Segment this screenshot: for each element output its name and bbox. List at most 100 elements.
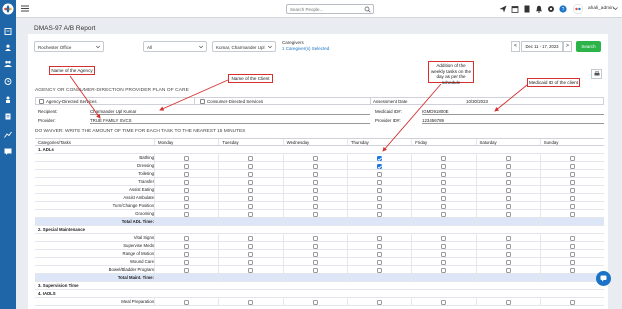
task-checkbox[interactable]	[312, 187, 318, 193]
task-checkbox[interactable]	[312, 155, 318, 161]
task-checkbox[interactable]	[505, 259, 511, 265]
task-checkbox[interactable]	[184, 171, 190, 177]
task-checkbox[interactable]	[312, 171, 318, 177]
task-checkbox[interactable]	[248, 195, 254, 201]
task-checkbox[interactable]	[184, 163, 190, 169]
task-checkbox[interactable]	[248, 243, 254, 249]
task-checkbox[interactable]	[184, 299, 190, 305]
task-checkbox[interactable]	[569, 187, 575, 193]
task-checkbox[interactable]	[441, 235, 447, 241]
task-checkbox[interactable]	[312, 243, 318, 249]
person-icon[interactable]	[4, 96, 12, 103]
task-checkbox[interactable]	[505, 211, 511, 217]
task-checkbox[interactable]	[312, 251, 318, 257]
task-checkbox[interactable]	[377, 211, 383, 217]
task-checkbox[interactable]	[312, 195, 318, 201]
task-checkbox[interactable]	[184, 251, 190, 257]
task-checkbox[interactable]	[377, 299, 383, 305]
task-checkbox[interactable]	[441, 211, 447, 217]
task-checkbox[interactable]	[377, 155, 383, 161]
task-checkbox[interactable]	[505, 155, 511, 161]
task-checkbox[interactable]	[569, 243, 575, 249]
print-button[interactable]	[591, 69, 602, 79]
task-checkbox[interactable]	[505, 235, 511, 241]
task-checkbox[interactable]	[569, 163, 575, 169]
task-checkbox[interactable]	[248, 235, 254, 241]
task-checkbox[interactable]	[248, 203, 254, 209]
task-checkbox[interactable]	[248, 251, 254, 257]
task-checkbox[interactable]	[505, 299, 511, 305]
task-checkbox[interactable]	[569, 267, 575, 273]
gear-icon[interactable]	[547, 5, 555, 13]
task-checkbox[interactable]	[377, 179, 383, 185]
task-checkbox[interactable]	[505, 171, 511, 177]
bell-icon[interactable]	[535, 5, 543, 13]
date-next-button[interactable]: >	[563, 41, 572, 52]
task-checkbox[interactable]	[377, 259, 383, 265]
task-checkbox[interactable]	[377, 243, 383, 249]
task-checkbox[interactable]	[441, 155, 447, 161]
task-checkbox[interactable]	[312, 299, 318, 305]
task-checkbox[interactable]	[312, 259, 318, 265]
task-checkbox[interactable]	[184, 155, 190, 161]
task-checkbox[interactable]	[569, 195, 575, 201]
task-checkbox[interactable]	[569, 171, 575, 177]
task-checkbox[interactable]	[377, 195, 383, 201]
task-checkbox[interactable]	[569, 179, 575, 185]
task-checkbox[interactable]	[248, 179, 254, 185]
task-checkbox[interactable]	[377, 171, 383, 177]
caregivers-selected-link[interactable]: 1 Caregiver(s) Selected	[282, 46, 329, 51]
task-checkbox[interactable]	[184, 203, 190, 209]
task-checkbox[interactable]	[569, 251, 575, 257]
task-checkbox[interactable]	[184, 179, 190, 185]
task-checkbox[interactable]	[569, 235, 575, 241]
chat-button[interactable]	[596, 271, 611, 286]
task-checkbox[interactable]	[569, 259, 575, 265]
task-checkbox[interactable]	[569, 211, 575, 217]
task-checkbox[interactable]	[505, 243, 511, 249]
task-checkbox[interactable]	[505, 187, 511, 193]
search-button[interactable]: Search	[576, 41, 601, 52]
task-checkbox[interactable]	[248, 187, 254, 193]
task-checkbox[interactable]	[184, 259, 190, 265]
send-icon[interactable]	[499, 5, 507, 13]
task-checkbox[interactable]	[312, 235, 318, 241]
task-checkbox[interactable]	[184, 235, 190, 241]
message-icon[interactable]	[4, 148, 12, 155]
task-checkbox[interactable]	[505, 195, 511, 201]
task-checkbox[interactable]	[569, 299, 575, 305]
task-checkbox[interactable]	[184, 243, 190, 249]
task-checkbox[interactable]	[569, 155, 575, 161]
task-checkbox[interactable]	[441, 171, 447, 177]
search-icon[interactable]	[364, 6, 371, 13]
calendar-icon[interactable]	[511, 5, 519, 13]
task-checkbox[interactable]	[377, 163, 383, 169]
task-checkbox[interactable]	[441, 187, 447, 193]
task-checkbox[interactable]	[441, 179, 447, 185]
task-checkbox[interactable]	[377, 267, 383, 273]
help-icon[interactable]: ?	[559, 5, 567, 13]
user-icon[interactable]	[4, 44, 12, 51]
people-search[interactable]	[286, 4, 374, 14]
task-checkbox[interactable]	[441, 267, 447, 273]
people-search-input[interactable]	[287, 5, 361, 13]
date-prev-button[interactable]: <	[511, 41, 520, 52]
task-checkbox[interactable]	[312, 179, 318, 185]
consumer-directed-checkbox[interactable]	[200, 98, 205, 104]
task-checkbox[interactable]	[377, 187, 383, 193]
task-checkbox[interactable]	[505, 203, 511, 209]
task-checkbox[interactable]	[248, 171, 254, 177]
task-checkbox[interactable]	[312, 163, 318, 169]
avatar[interactable]	[573, 4, 583, 14]
task-checkbox[interactable]	[441, 195, 447, 201]
chevron-down-icon[interactable]	[613, 6, 618, 11]
task-checkbox[interactable]	[248, 163, 254, 169]
app-logo[interactable]	[2, 3, 14, 15]
task-checkbox[interactable]	[377, 235, 383, 241]
reports-icon[interactable]	[4, 131, 12, 138]
task-checkbox[interactable]	[248, 267, 254, 273]
document-icon[interactable]	[4, 113, 12, 120]
task-checkbox[interactable]	[184, 195, 190, 201]
task-checkbox[interactable]	[505, 179, 511, 185]
task-checkbox[interactable]	[441, 243, 447, 249]
